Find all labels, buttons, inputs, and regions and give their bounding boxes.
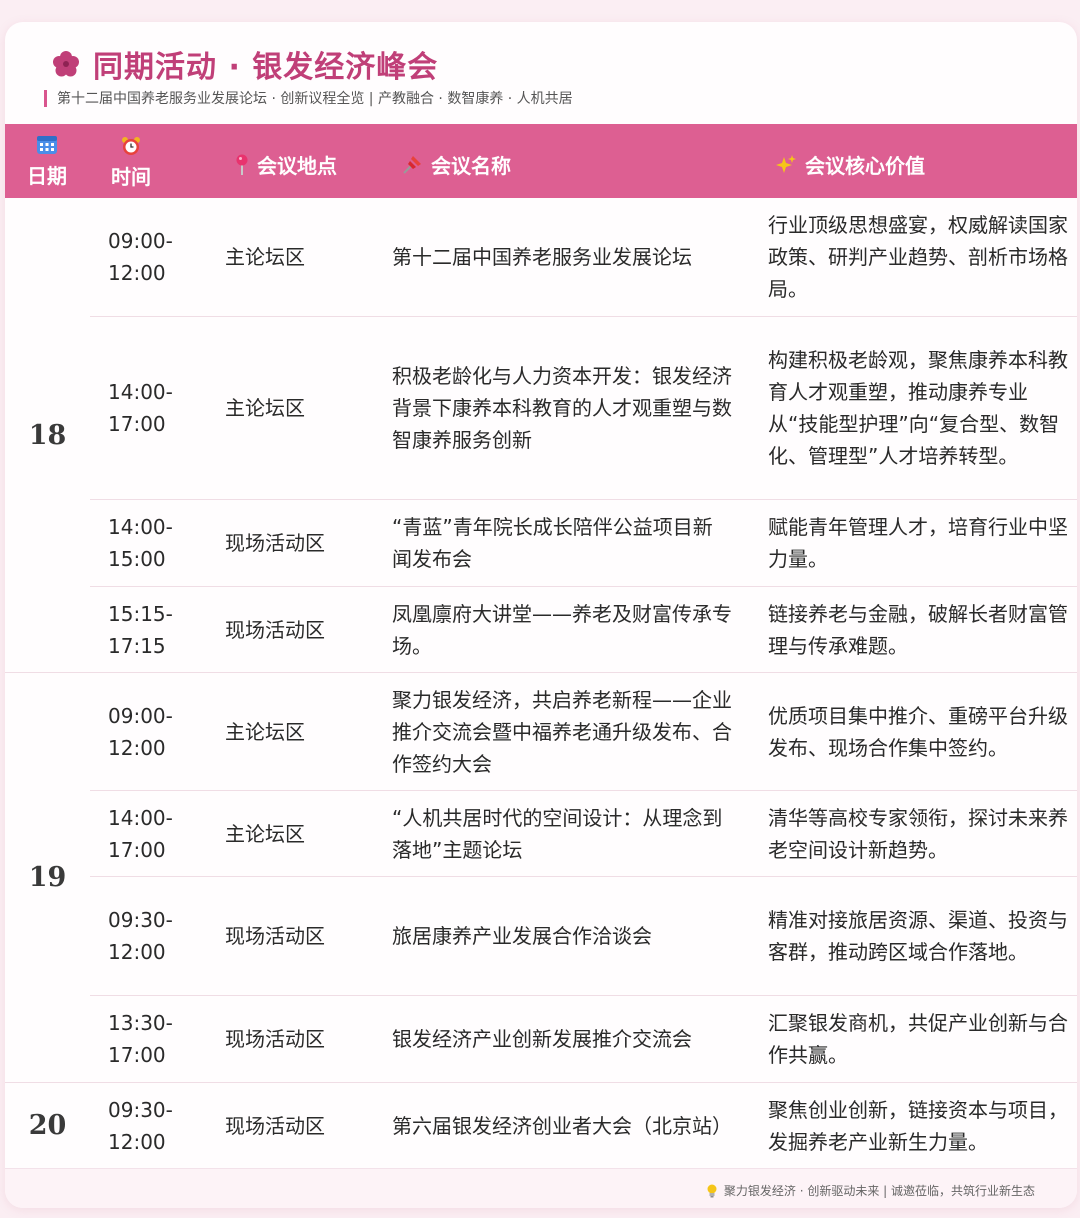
column-label-name: 会议名称 [431, 154, 511, 178]
pushpin-icon [403, 155, 421, 174]
column-header-time: 时间 [111, 136, 151, 190]
session-location: 主论坛区 [225, 396, 305, 420]
session-location: 现场活动区 [225, 924, 325, 948]
table-row: 15:15- 17:15 现场活动区 凤凰廪府大讲堂——养老及财富传承专场。 链… [90, 587, 1077, 672]
session-location: 现场活动区 [225, 531, 325, 555]
session-value: 聚焦创业创新，链接资本与项目，发掘养老产业新生力量。 [768, 1097, 1068, 1154]
title-row: 同期活动 · 银发经济峰会 [51, 42, 438, 86]
flower-icon [53, 51, 79, 77]
sparkles-icon [776, 154, 796, 173]
session-time: 14:00- 17:00 [108, 805, 173, 862]
column-label-date: 日期 [27, 164, 67, 188]
pin-icon [236, 154, 248, 175]
session-value: 链接养老与金融，破解长者财富管理与传承难题。 [768, 601, 1068, 658]
session-time: 09:30- 12:00 [108, 908, 173, 964]
session-value: 行业顶级思想盛宴，权威解读国家政策、研判产业趋势、剖析市场格局。 [768, 213, 1068, 301]
session-time: 09:00- 12:00 [108, 229, 173, 285]
session-name: “青蓝”青年院长成长陪伴公益项目新闻发布会 [392, 515, 713, 571]
session-time: 09:30- 12:00 [108, 1097, 173, 1154]
page-header: 同期活动 · 银发经济峰会 第十二届中国养老服务业发展论坛 · 创新议程全览 |… [5, 22, 1077, 124]
session-name: 第六届银发经济创业者大会（北京站） [392, 1113, 732, 1138]
session-value: 清华等高校专家领衔，探讨未来养老空间设计新趋势。 [768, 805, 1068, 862]
footer: 聚力银发经济 · 创新驱动未来 | 诚邀莅临，共筑行业新生态 [5, 1168, 1077, 1208]
page-subtitle: 第十二届中国养老服务业发展论坛 · 创新议程全览 | 产教融合 · 数智康养 ·… [57, 91, 573, 107]
session-location: 主论坛区 [225, 245, 305, 269]
session-name: 凤凰廪府大讲堂——养老及财富传承专场。 [392, 601, 732, 658]
session-location: 现场活动区 [225, 1027, 325, 1051]
table-row: 09:30- 12:00 现场活动区 旅居康养产业发展合作洽谈会 精准对接旅居资… [90, 877, 1077, 996]
session-time: 14:00- 15:00 [108, 515, 173, 571]
session-value: 精准对接旅居资源、渠道、投资与客群，推动跨区域合作落地。 [768, 908, 1068, 964]
subtitle-row: 第十二届中国养老服务业发展论坛 · 创新议程全览 | 产教融合 · 数智康养 ·… [44, 88, 573, 108]
table-row: 14:00- 17:00 主论坛区 积极老龄化与人力资本开发：银发经济背景下康养… [90, 317, 1077, 500]
session-name: 聚力银发经济，共启养老新程——企业推介交流会暨中福养老通升级发布、合作签约大会 [392, 687, 732, 776]
table-row: 09:30- 12:00 现场活动区 第六届银发经济创业者大会（北京站） 聚焦创… [90, 1083, 1077, 1168]
lightbulb-icon [707, 1184, 717, 1197]
session-name: 旅居康养产业发展合作洽谈会 [392, 924, 652, 948]
day-cell: 20 [28, 1110, 67, 1141]
alarm-clock-icon [122, 137, 140, 155]
session-time: 09:00- 12:00 [108, 703, 173, 760]
table-row: 09:00- 12:00 主论坛区 第十二届中国养老服务业发展论坛 行业顶级思想… [90, 198, 1077, 317]
table-row: 09:00- 12:00 主论坛区 聚力银发经济，共启养老新程——企业推介交流会… [90, 673, 1077, 791]
session-value: 构建积极老龄观，聚焦康养本科教育人才观重塑，推动康养专业从“技能型护理”向“复合… [768, 348, 1068, 468]
day-cell: 18 [28, 419, 67, 451]
table-row: 13:30- 17:00 现场活动区 银发经济产业创新发展推介交流会 汇聚银发商… [90, 996, 1077, 1082]
column-header-value: 会议核心价值 [775, 150, 925, 179]
session-value: 汇聚银发商机，共促产业创新与合作共赢。 [768, 1011, 1068, 1067]
calendar-icon [37, 136, 57, 154]
table-row: 14:00- 15:00 现场活动区 “青蓝”青年院长成长陪伴公益项目新闻发布会… [90, 500, 1077, 587]
session-name: “人机共居时代的空间设计：从理念到落地”主题论坛 [392, 805, 723, 862]
agenda-card: 同期活动 · 银发经济峰会 第十二届中国养老服务业发展论坛 · 创新议程全览 |… [5, 22, 1077, 1208]
page-title: 同期活动 · 银发经济峰会 [93, 50, 439, 85]
table-header: 日期 时间 会议地点 会议名称 会议核心价值 [5, 124, 1077, 198]
column-label-time: 时间 [111, 165, 151, 189]
session-location: 现场活动区 [225, 1113, 325, 1138]
session-time: 15:15- 17:15 [108, 601, 173, 658]
column-header-date: 日期 [27, 136, 67, 189]
session-value: 优质项目集中推介、重磅平台升级发布、现场合作集中签约。 [768, 703, 1068, 760]
session-location: 现场活动区 [225, 617, 325, 642]
column-label-value: 会议核心价值 [805, 154, 925, 178]
session-value: 赋能青年管理人才，培育行业中坚力量。 [768, 515, 1068, 571]
session-name: 银发经济产业创新发展推介交流会 [392, 1027, 692, 1051]
column-header-name: 会议名称 [401, 150, 511, 179]
footer-text: 聚力银发经济 · 创新驱动未来 | 诚邀莅临，共筑行业新生态 [706, 1182, 1035, 1199]
session-name: 积极老龄化与人力资本开发：银发经济背景下康养本科教育的人才观重塑与数智康养服务创… [392, 364, 732, 452]
day-cell: 19 [28, 862, 67, 893]
session-name: 第十二届中国养老服务业发展论坛 [392, 245, 692, 269]
footer-slogan: 聚力银发经济 · 创新驱动未来 | 诚邀莅临，共筑行业新生态 [723, 1184, 1035, 1198]
session-location: 主论坛区 [225, 719, 305, 744]
table-row: 14:00- 17:00 主论坛区 “人机共居时代的空间设计：从理念到落地”主题… [90, 791, 1077, 877]
column-label-location: 会议地点 [257, 154, 337, 178]
session-time: 13:30- 17:00 [108, 1011, 173, 1067]
session-time: 14:00- 17:00 [108, 380, 173, 436]
subtitle-accent-bar [44, 89, 47, 107]
session-location: 主论坛区 [225, 821, 305, 846]
column-header-location: 会议地点 [235, 150, 337, 179]
